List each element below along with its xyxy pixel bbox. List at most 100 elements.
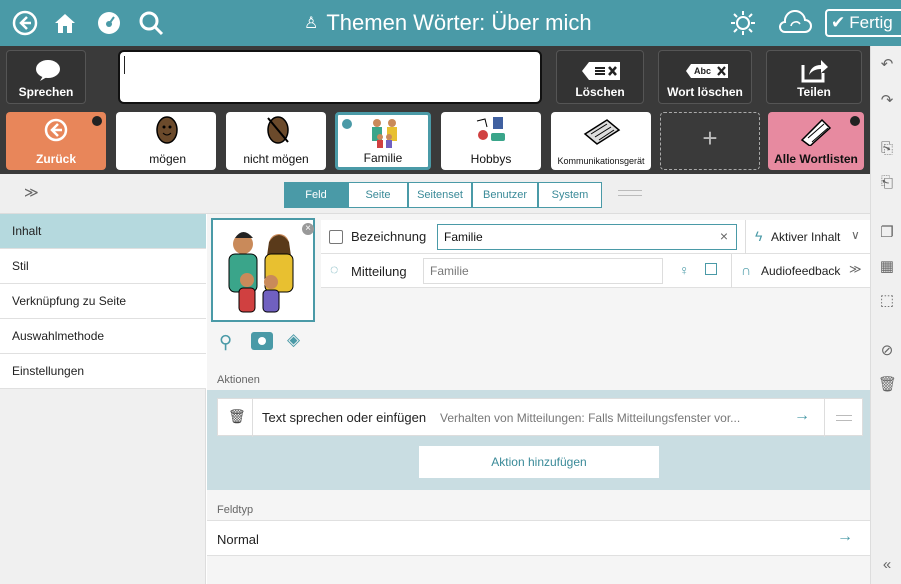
remove-image-icon[interactable]: × [302,223,314,235]
content-panel: × ⚲ ◈ Bezeichnung Familie × ϟ Aktiver In… [207,214,870,584]
arrow-right-icon[interactable]: → [794,407,810,425]
headphones-icon: ∩ [741,262,752,278]
back-icon[interactable] [8,6,42,40]
message-input[interactable]: Familie [423,258,663,284]
fieldtype-section-title: Feldtyp [217,504,254,516]
right-toolbar: ↶ ↷ ⎘ ⎗ ❐ ▦ ⬚ ⊘ 🗑 « [870,46,901,584]
word-button-device[interactable]: Kommunikationsgerät [551,112,651,170]
fieldtype-row[interactable]: Normal → [207,520,870,556]
word-lists-symbol-icon [800,118,832,146]
word-button-like[interactable]: mögen [116,112,216,170]
all-word-lists-button[interactable]: Alle Wortlisten [768,112,864,170]
word-button-hobbies[interactable]: Hobbys [441,112,541,170]
active-content-dropdown[interactable]: Aktiver Inhalt [771,230,840,244]
search-icon[interactable] [134,6,168,40]
tab-field[interactable]: Feld [284,182,348,208]
select-area-icon[interactable]: ⬚ [878,292,896,310]
light-icon[interactable] [726,6,760,40]
clear-input-icon[interactable]: × [720,228,728,244]
chevron-down-icon[interactable]: ≫ [24,184,39,201]
person-icon: ♙ [304,15,319,32]
chevron-down-icon[interactable]: ∨ [851,228,860,242]
delete-word-button[interactable]: Abc Wort löschen [658,50,752,104]
undo-icon[interactable]: ↶ [878,56,896,74]
home-icon[interactable] [48,6,82,40]
hobbies-symbol-icon [476,117,505,141]
word-button-dislike[interactable]: nicht mögen [226,112,326,170]
message-row: ◌ Mitteilung Familie ♀ ∩ Audiofeedback ≫ [321,254,870,288]
done-button[interactable]: ✔ Fertig [825,9,901,37]
clear-button[interactable]: Löschen [556,50,644,104]
camera-icon[interactable] [251,332,273,350]
back-arrow-icon [44,118,68,142]
back-word-button[interactable]: Zurück [6,112,106,170]
file-icon[interactable] [705,263,717,275]
trash-icon[interactable]: 🗑 [878,376,897,394]
lightning-icon: ϟ [755,228,763,244]
check-badge-icon [342,119,352,129]
symbol-image[interactable] [211,218,315,322]
tab-system[interactable]: System [538,182,602,208]
delete-word-icon: Abc [685,63,729,79]
arrow-right-icon[interactable]: → [837,528,853,546]
add-action-button[interactable]: Aktion hinzufügen [419,446,659,478]
sidebar-item-settings[interactable]: Einstellungen [0,354,206,389]
sidebar-item-page-link[interactable]: Verknüpfung zu Seite [0,284,206,319]
duplicate-icon[interactable]: ❐ [878,224,896,242]
text-cursor [124,56,125,74]
double-chevron-down-icon[interactable]: ≫ [849,262,862,276]
hide-icon[interactable]: ⊘ [878,342,896,360]
folder-badge-icon [92,116,102,126]
message-bar: Sprechen Löschen Abc Wort löschen Teilen [0,46,870,108]
top-bar: ♙ Themen Wörter: Über mich ✔ Fertig [0,0,901,46]
audio-feedback-dropdown[interactable]: Audiofeedback [761,264,840,278]
share-button[interactable]: Teilen [766,50,862,104]
device-symbol-icon [583,119,621,145]
settings-sidebar: Inhalt Stil Verknüpfung zu Seite Auswahl… [0,214,206,584]
label-row: Bezeichnung Familie × ϟ Aktiver Inhalt ∨ [321,220,870,254]
menu-handle-icon[interactable] [618,190,642,196]
sidebar-item-content[interactable]: Inhalt [0,214,206,249]
copy-style-icon[interactable]: ⎘ [878,140,896,158]
word-button-family[interactable]: Familie [335,112,431,170]
sync-icon[interactable] [775,6,815,40]
message-window[interactable] [118,50,542,104]
word-grid: Zurück mögen nicht mögen Familie Hobbys … [0,108,870,174]
collapse-icon[interactable]: « [878,556,896,574]
label-input[interactable]: Familie × [437,224,737,250]
search-symbol-icon[interactable]: ⚲ [219,332,232,353]
microphone-icon[interactable]: ♀ [679,262,690,278]
grid-icon[interactable]: ▦ [878,258,896,276]
divider [731,254,732,288]
label-field-icon [329,230,343,244]
tab-pageset[interactable]: Seitenset [408,182,472,208]
check-icon: ✔ [831,13,846,32]
speak-button[interactable]: Sprechen [6,50,86,104]
sidebar-item-selection-method[interactable]: Auswahlmethode [0,319,206,354]
speech-bubble-icon: ◌ [330,261,339,277]
edit-symbol-icon[interactable]: ◈ [287,330,300,350]
dashboard-icon[interactable] [92,6,126,40]
folder-badge-icon [850,116,860,126]
redo-icon[interactable]: ↷ [878,92,896,110]
family-picture-icon [228,232,294,313]
clear-icon [582,62,620,80]
trash-icon[interactable]: 🗑 [228,408,246,425]
tab-user[interactable]: Benutzer [472,182,538,208]
sidebar-item-style[interactable]: Stil [0,249,206,284]
actions-section-title: Aktionen [217,374,260,386]
divider [252,399,253,437]
divider [824,399,825,437]
tab-page[interactable]: Seite [348,182,408,208]
family-symbol-icon [372,119,397,148]
share-icon [801,60,828,83]
add-word-button[interactable]: + [660,112,760,170]
speech-bubble-icon [36,60,60,81]
editor-tabs-bar: ≫ Feld Seite Seitenset Benutzer System [0,174,870,214]
drag-handle-icon[interactable] [836,415,852,421]
page-title: ♙ Themen Wörter: Über mich [304,10,592,35]
action-item[interactable]: 🗑 Text sprechen oder einfügen Verhalten … [217,398,863,437]
paste-icon[interactable]: ⎗ [878,174,896,192]
divider [745,220,746,254]
like-symbol-icon [156,116,178,144]
